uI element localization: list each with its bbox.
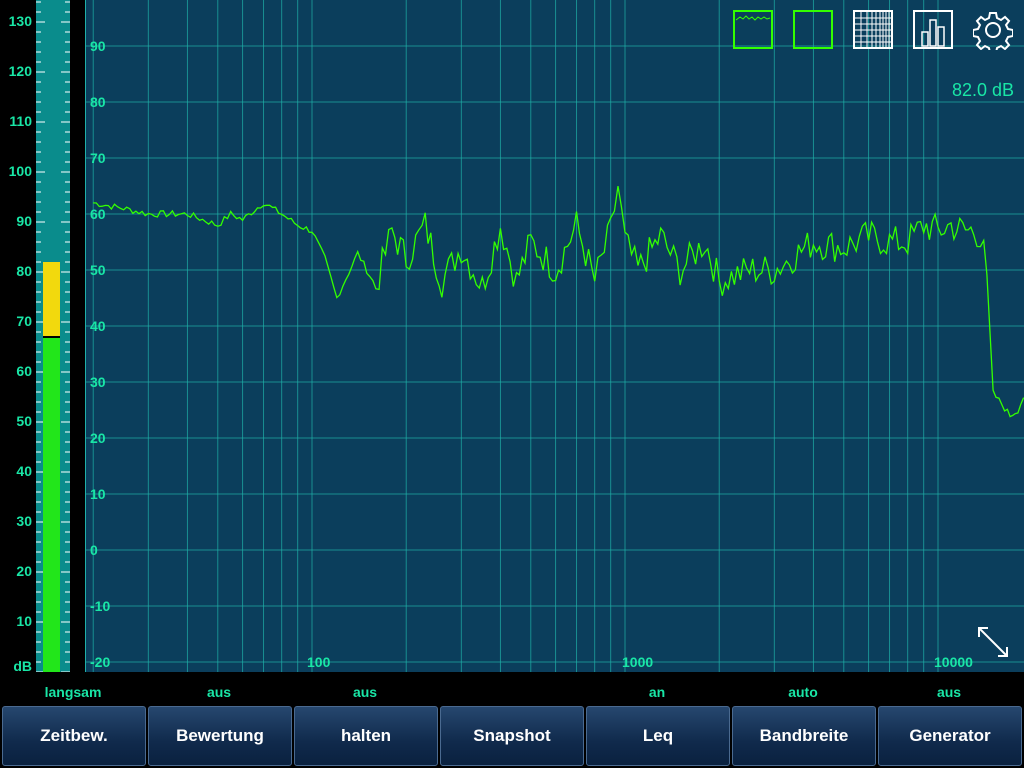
blank-view-icon bbox=[793, 10, 833, 49]
y-tick-label: 40 bbox=[90, 318, 106, 334]
y-tick-label: 60 bbox=[90, 206, 106, 222]
settings-button[interactable] bbox=[973, 10, 1013, 50]
meter-level-bar bbox=[43, 338, 60, 672]
spectrum-view-button[interactable] bbox=[733, 10, 773, 50]
status-bewertung: aus bbox=[206, 684, 232, 700]
status-leq: an bbox=[648, 684, 666, 700]
meter-tick-label: 130 bbox=[8, 13, 32, 29]
y-tick-label: 20 bbox=[90, 430, 106, 446]
grid-view-button[interactable] bbox=[853, 10, 893, 50]
y-tick-label: 90 bbox=[90, 38, 106, 54]
status-bandbreite: auto bbox=[788, 684, 818, 700]
meter-tick-label: 30 bbox=[16, 513, 32, 529]
bar-view-icon bbox=[913, 10, 953, 49]
blank-view-button[interactable] bbox=[793, 10, 833, 50]
y-tick-label: 30 bbox=[90, 374, 106, 390]
meter-tick-label: 70 bbox=[16, 313, 32, 329]
status-generator: aus bbox=[936, 684, 962, 700]
status-zeitbew: langsam bbox=[44, 684, 102, 700]
meter-tick-label: 40 bbox=[16, 463, 32, 479]
meter-unit-label: dB bbox=[13, 658, 32, 674]
meter-tick-label: 120 bbox=[8, 63, 32, 79]
status-halten: aus bbox=[352, 684, 378, 700]
x-tick-1000: 1000 bbox=[622, 654, 654, 670]
meter-tick-label: 10 bbox=[16, 613, 32, 629]
y-tick-label: 0 bbox=[90, 542, 98, 558]
meter-peak-bar bbox=[43, 262, 60, 336]
leq-button[interactable]: Leq bbox=[586, 706, 730, 766]
meter-tick-label: 60 bbox=[16, 363, 32, 379]
snapshot-button[interactable]: Snapshot bbox=[440, 706, 584, 766]
meter-tick-label: 110 bbox=[9, 113, 32, 129]
fullscreen-button[interactable] bbox=[975, 624, 1011, 660]
y-tick-label: 50 bbox=[90, 262, 106, 278]
halten-button[interactable]: halten bbox=[294, 706, 438, 766]
meter-tick-label: 20 bbox=[16, 563, 32, 579]
y-tick-label: 70 bbox=[90, 150, 106, 166]
bar-view-button[interactable] bbox=[913, 10, 953, 50]
bewertung-button[interactable]: Bewertung bbox=[148, 706, 292, 766]
meter-tick-label: 100 bbox=[8, 163, 32, 179]
zeitbew-button[interactable]: Zeitbew. bbox=[2, 706, 146, 766]
y-tick-label: -20 bbox=[90, 654, 111, 670]
gear-icon bbox=[973, 12, 1013, 50]
meter-tick-label: 80 bbox=[16, 263, 32, 279]
level-meter: 130 120 110 100 90 80 70 60 50 40 30 20 10 dB bbox=[0, 0, 85, 674]
toolbar: langsam aus aus an auto aus Zeitbew. Bew… bbox=[0, 672, 1024, 768]
generator-button[interactable]: Generator bbox=[878, 706, 1022, 766]
bandbreite-button[interactable]: Bandbreite bbox=[732, 706, 876, 766]
spectrum-display[interactable]: 90 80 70 60 50 40 30 20 10 0 -10 -20 100 1000 10000… bbox=[85, 0, 1024, 672]
y-tick-label: -10 bbox=[90, 598, 111, 614]
expand-icon bbox=[978, 627, 1008, 657]
y-tick-label: 80 bbox=[90, 94, 106, 110]
x-tick-10000: 10000 bbox=[934, 654, 973, 670]
y-tick-label: 10 bbox=[90, 486, 106, 502]
spectrum-plot bbox=[85, 0, 1024, 672]
spectrum-view-icon bbox=[733, 10, 773, 49]
db-readout: 82.0 dB bbox=[951, 80, 1014, 100]
x-tick-100: 100 bbox=[307, 654, 331, 670]
grid-view-icon bbox=[853, 10, 893, 49]
meter-tick-label: 90 bbox=[16, 213, 32, 229]
meter-tick-label: 50 bbox=[16, 413, 32, 429]
